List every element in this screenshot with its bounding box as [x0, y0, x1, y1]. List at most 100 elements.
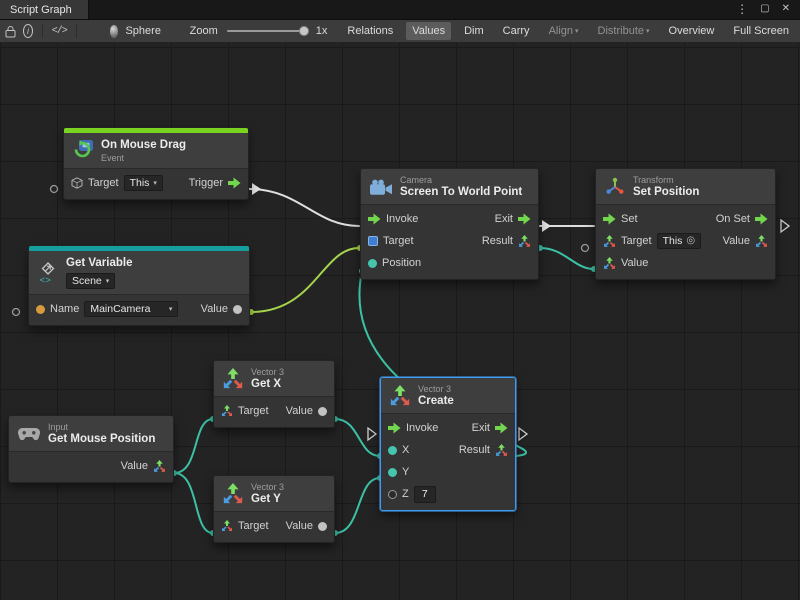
flow-arrow-icon[interactable]	[603, 213, 616, 225]
value-port[interactable]	[318, 522, 327, 531]
vector3-port-icon[interactable]	[221, 405, 233, 417]
values-button[interactable]: Values	[406, 22, 451, 40]
vector3-port-icon[interactable]	[221, 520, 233, 532]
wire-trigger-to-invoke[interactable]	[249, 189, 359, 226]
flow-arrow-icon[interactable]	[518, 213, 531, 225]
port-label-x: X	[402, 444, 409, 456]
code-view-icon[interactable]: </>	[52, 26, 67, 37]
zoom-slider-track[interactable]	[227, 30, 309, 32]
node-category: Vector 3	[418, 384, 454, 394]
target-this-picker[interactable]: This ◎	[657, 233, 702, 249]
vector3-port-icon[interactable]	[603, 235, 616, 248]
distribute-dropdown[interactable]: Distribute▾	[592, 22, 656, 40]
relations-button[interactable]: Relations	[341, 22, 399, 40]
port-label-target: Target	[238, 520, 269, 532]
z-value-field[interactable]: 7	[414, 486, 436, 503]
position-port[interactable]	[368, 259, 377, 268]
cube-icon[interactable]	[71, 177, 83, 189]
unconnected-port[interactable]	[582, 245, 589, 252]
flow-port-triangle[interactable]	[781, 220, 789, 232]
carry-button[interactable]: Carry	[497, 22, 536, 40]
port-label-value-in: Value	[621, 257, 648, 269]
port-label-invoke: Invoke	[386, 213, 418, 225]
graph-canvas[interactable]: On Mouse Drag Event Target This ▾	[0, 43, 800, 600]
node-get-x[interactable]: Vector 3 Get X Target Value	[213, 360, 335, 428]
object-picker-icon: ◎	[686, 236, 695, 246]
node-on-mouse-drag[interactable]: On Mouse Drag Event Target This ▾	[63, 127, 249, 200]
value-port[interactable]	[318, 407, 327, 416]
tab-script-graph[interactable]: Script Graph	[0, 0, 89, 19]
vector3-icon	[222, 368, 244, 390]
node-screen-to-world-point[interactable]: Camera Screen To World Point Invoke Exit	[360, 168, 539, 280]
flow-arrow-icon[interactable]	[368, 213, 381, 225]
flow-arrow-icon[interactable]	[388, 422, 401, 434]
flow-arrow-icon[interactable]	[495, 422, 508, 434]
port-label-on-set: On Set	[716, 213, 750, 225]
vector3-port-icon[interactable]	[495, 444, 508, 457]
vector3-port-icon[interactable]	[755, 235, 768, 248]
wire-mouse-to-gety[interactable]	[174, 473, 213, 533]
wire-gety-to-create-y[interactable]	[335, 478, 380, 533]
port-label-invoke: Invoke	[406, 422, 438, 434]
vector3-port-icon[interactable]	[153, 460, 166, 473]
variable-icon: <>	[37, 262, 59, 284]
node-vector3-create[interactable]: Vector 3 Create Invoke Exit	[380, 377, 516, 511]
wire-mouse-to-getx[interactable]	[174, 419, 213, 473]
maximize-icon[interactable]: ▢	[760, 0, 769, 19]
zoom-slider-handle[interactable]	[299, 26, 309, 36]
full-screen-button[interactable]: Full Screen	[727, 22, 795, 40]
dim-button[interactable]: Dim	[458, 22, 490, 40]
zoom-slider[interactable]	[227, 30, 309, 32]
port-label-value: Value	[201, 303, 228, 315]
vector3-port-icon[interactable]	[603, 257, 616, 270]
port-label-z: Z	[402, 488, 409, 500]
port-label-position: Position	[382, 257, 421, 269]
node-title: On Mouse Drag	[101, 139, 186, 152]
overview-button[interactable]: Overview	[663, 22, 721, 40]
target-this-dropdown[interactable]: This ▾	[124, 175, 163, 191]
port-label-name: Name	[50, 303, 79, 315]
unconnected-port[interactable]	[51, 186, 58, 193]
close-icon[interactable]: ✕	[782, 0, 790, 19]
port-label-target: Target	[238, 405, 269, 417]
node-category: Input	[48, 422, 155, 432]
node-set-position[interactable]: Transform Set Position Set On Set	[595, 168, 776, 280]
port-label-result: Result	[459, 444, 490, 456]
node-get-mouse-position[interactable]: Input Get Mouse Position Value	[8, 415, 174, 483]
node-get-variable[interactable]: <> Get Variable Scene ▾ Name	[28, 245, 250, 326]
flow-port-triangle[interactable]	[368, 428, 376, 440]
object-name[interactable]: Sphere	[125, 25, 160, 37]
chevron-down-icon: ▾	[169, 305, 173, 313]
chip-label: MainCamera	[90, 303, 150, 315]
node-get-y[interactable]: Vector 3 Get Y Target Value	[213, 475, 335, 543]
value-port[interactable]	[233, 305, 242, 314]
chip-label: Scene	[72, 275, 102, 287]
chevron-down-icon: ▾	[646, 28, 650, 35]
wire-variable-to-camera-target[interactable]	[251, 248, 359, 312]
name-port[interactable]	[36, 305, 45, 314]
port-label-value-out: Value	[723, 235, 750, 247]
flow-arrow-icon[interactable]	[228, 177, 241, 189]
camera-target-port[interactable]	[368, 236, 378, 246]
lock-icon[interactable]	[5, 25, 16, 38]
z-port[interactable]	[388, 490, 397, 499]
unconnected-port[interactable]	[13, 309, 20, 316]
y-port[interactable]	[388, 468, 397, 477]
flow-arrow-icon[interactable]	[755, 213, 768, 225]
chevron-down-icon: ▾	[575, 28, 579, 35]
node-title: Get Y	[251, 493, 284, 506]
event-icon	[72, 140, 94, 162]
tab-bar: Script Graph ⋮ ▢ ✕	[0, 0, 800, 20]
port-label-target: Target	[621, 235, 652, 247]
wire-getx-to-create-x[interactable]	[335, 419, 380, 456]
more-menu-icon[interactable]: ⋮	[736, 0, 748, 19]
flow-port-triangle[interactable]	[519, 428, 527, 440]
info-icon[interactable]: i	[23, 24, 33, 38]
port-label-value: Value	[286, 520, 313, 532]
unity-script-graph-window: Script Graph ⋮ ▢ ✕ i </> Sphere Zoom 1x …	[0, 0, 800, 600]
variable-scope-dropdown[interactable]: Scene ▾	[66, 273, 115, 289]
x-port[interactable]	[388, 446, 397, 455]
align-dropdown[interactable]: Align▾	[543, 22, 585, 40]
vector3-port-icon[interactable]	[518, 235, 531, 248]
variable-name-dropdown[interactable]: MainCamera ▾	[84, 301, 178, 317]
